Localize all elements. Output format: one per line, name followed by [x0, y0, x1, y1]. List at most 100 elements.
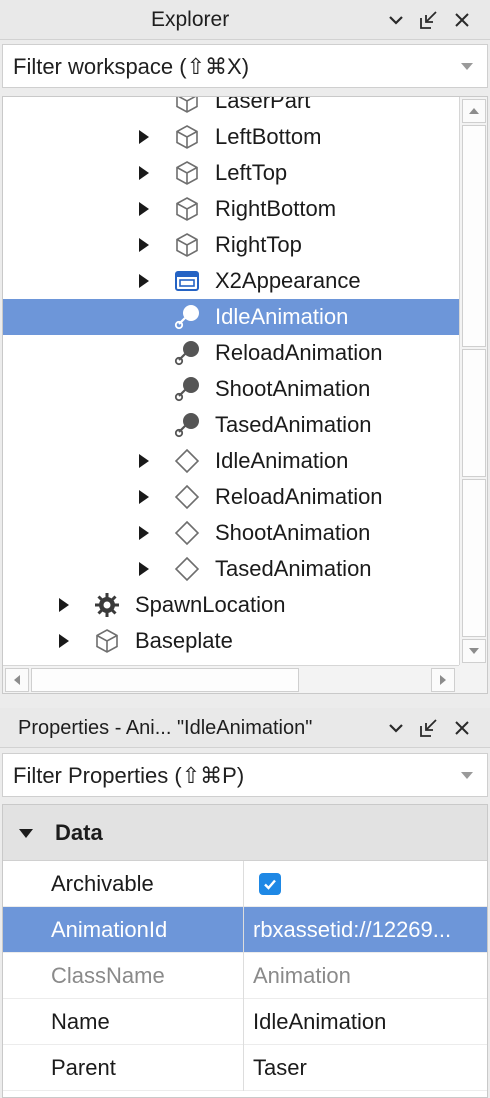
properties-filter-input[interactable]: Filter Properties (⇧⌘P): [2, 753, 488, 797]
column-divider[interactable]: [243, 1045, 244, 1091]
explorer-title: Explorer: [151, 8, 230, 31]
tree-row-reloadanimation[interactable]: ReloadAnimation: [3, 335, 459, 371]
tree-row-rightbottom[interactable]: RightBottom: [3, 191, 459, 227]
tree-row-label: RightBottom: [215, 196, 337, 221]
tree-row-laserpart[interactable]: LaserPart: [3, 96, 459, 119]
tree-row-reloadanimation[interactable]: ReloadAnimation: [3, 479, 459, 515]
tree-row-label: ReloadAnimation: [215, 484, 383, 509]
explorer-title-bar: Explorer: [0, 0, 490, 40]
tree-row-label: TasedAnimation: [215, 556, 372, 581]
property-value[interactable]: IdleAnimation: [253, 999, 485, 1045]
property-row-classname[interactable]: ClassName Animation: [3, 953, 487, 999]
vertical-scroll-track-segment[interactable]: [462, 349, 486, 477]
tree-row-tasedanimation[interactable]: TasedAnimation: [3, 407, 459, 443]
workspace-filter-input[interactable]: Filter workspace (⇧⌘X): [2, 44, 488, 88]
part-icon: [93, 627, 121, 655]
scroll-up-icon[interactable]: [462, 99, 486, 123]
expand-arrow-icon[interactable]: [139, 490, 149, 504]
spawn-gear-icon: [93, 591, 121, 619]
properties-title: Properties - Ani... "IdleAnimation": [18, 717, 313, 739]
expand-arrow-icon[interactable]: [139, 238, 149, 252]
tree-row-shootanimation[interactable]: ShootAnimation: [3, 371, 459, 407]
property-name: Parent: [51, 1055, 116, 1080]
property-row-name[interactable]: Name IdleAnimation: [3, 999, 487, 1045]
property-value[interactable]: rbxassetid://12269...: [253, 907, 485, 953]
property-value[interactable]: Taser: [253, 1045, 485, 1091]
tree-row-label: ShootAnimation: [215, 520, 371, 545]
tree-row-idleanimation[interactable]: IdleAnimation: [3, 299, 459, 335]
horizontal-scrollbar[interactable]: [3, 665, 459, 693]
close-icon[interactable]: [450, 8, 474, 32]
explorer-tree[interactable]: LaserPart LeftBottom LeftTop RightBottom Rig…: [2, 96, 488, 694]
expand-arrow-icon[interactable]: [59, 634, 69, 648]
expand-arrow-icon[interactable]: [139, 202, 149, 216]
scroll-left-icon[interactable]: [5, 668, 29, 692]
tree-row-idleanimation[interactable]: IdleAnimation: [3, 443, 459, 479]
filter-dropdown-icon[interactable]: [461, 772, 473, 779]
vertical-scroll-track-lower[interactable]: [462, 479, 486, 637]
diamond-icon: [173, 519, 201, 547]
column-divider[interactable]: [243, 999, 244, 1045]
scroll-down-icon[interactable]: [462, 639, 486, 663]
tree-row-baseplate[interactable]: Baseplate: [3, 623, 459, 659]
tree-row-label: LeftBottom: [215, 124, 322, 149]
vertical-scroll-thumb[interactable]: [462, 125, 486, 347]
scroll-corner: [459, 665, 487, 693]
diamond-icon: [173, 483, 201, 511]
tree-row-label: TasedAnimation: [215, 412, 372, 437]
tree-row-righttop[interactable]: RightTop: [3, 227, 459, 263]
part-icon: [173, 159, 201, 187]
chevron-down-icon[interactable]: [384, 8, 408, 32]
tree-row-label: LaserPart: [215, 96, 311, 113]
tree-row-x2appearance[interactable]: X2Appearance: [3, 263, 459, 299]
tree-row-shootanimation[interactable]: ShootAnimation: [3, 515, 459, 551]
tree-row-label: ReloadAnimation: [215, 340, 383, 365]
filter-dropdown-icon[interactable]: [461, 63, 473, 70]
vertical-scrollbar[interactable]: [459, 97, 487, 665]
column-divider[interactable]: [243, 907, 244, 953]
part-icon: [173, 97, 201, 115]
undock-icon[interactable]: [416, 716, 440, 740]
property-value: Animation: [253, 963, 351, 988]
expand-arrow-icon[interactable]: [139, 130, 149, 144]
expand-arrow-icon[interactable]: [139, 562, 149, 576]
property-row-parent[interactable]: Parent Taser: [3, 1045, 487, 1091]
appearance-icon: [173, 267, 201, 295]
expand-arrow-icon[interactable]: [139, 166, 149, 180]
properties-title-bar: Properties - Ani... "IdleAnimation": [0, 708, 490, 748]
animation-icon: [173, 303, 201, 331]
horizontal-scroll-thumb[interactable]: [31, 668, 299, 692]
property-row-archivable[interactable]: Archivable: [3, 861, 487, 907]
expand-arrow-icon[interactable]: [139, 526, 149, 540]
tree-row-label: LeftTop: [215, 160, 288, 185]
expand-arrow-icon[interactable]: [59, 598, 69, 612]
column-divider[interactable]: [243, 861, 244, 907]
column-divider[interactable]: [243, 953, 244, 999]
expand-arrow-icon[interactable]: [139, 454, 149, 468]
expand-arrow-icon[interactable]: [139, 274, 149, 288]
scroll-right-icon[interactable]: [431, 668, 455, 692]
property-name: ClassName: [51, 963, 165, 988]
undock-icon[interactable]: [416, 8, 440, 32]
collapse-caret-icon[interactable]: [19, 829, 33, 838]
section-label: Data: [55, 820, 103, 845]
tree-row-lefttop[interactable]: LeftTop: [3, 155, 459, 191]
diamond-icon: [173, 555, 201, 583]
archivable-checkbox[interactable]: [259, 873, 281, 895]
properties-grid[interactable]: Data Archivable AnimationId rbxassetid://1…: [2, 804, 488, 1098]
property-row-animationid[interactable]: AnimationId rbxassetid://12269...: [3, 907, 487, 953]
section-header-data[interactable]: Data: [3, 805, 487, 861]
property-name: AnimationId: [51, 917, 168, 942]
close-icon[interactable]: [450, 716, 474, 740]
tree-row-leftbottom[interactable]: LeftBottom: [3, 119, 459, 155]
part-icon: [173, 231, 201, 259]
part-icon: [173, 123, 201, 151]
tree-row-tasedanimation[interactable]: TasedAnimation: [3, 551, 459, 587]
tree-row-label: IdleAnimation: [215, 448, 349, 473]
tree-row-spawnlocation[interactable]: SpawnLocation: [3, 587, 459, 623]
checkmark-icon: [264, 879, 276, 890]
chevron-down-icon[interactable]: [384, 716, 408, 740]
tree-row-label: X2Appearance: [215, 268, 361, 293]
animation-icon: [173, 411, 201, 439]
animation-icon: [173, 339, 201, 367]
